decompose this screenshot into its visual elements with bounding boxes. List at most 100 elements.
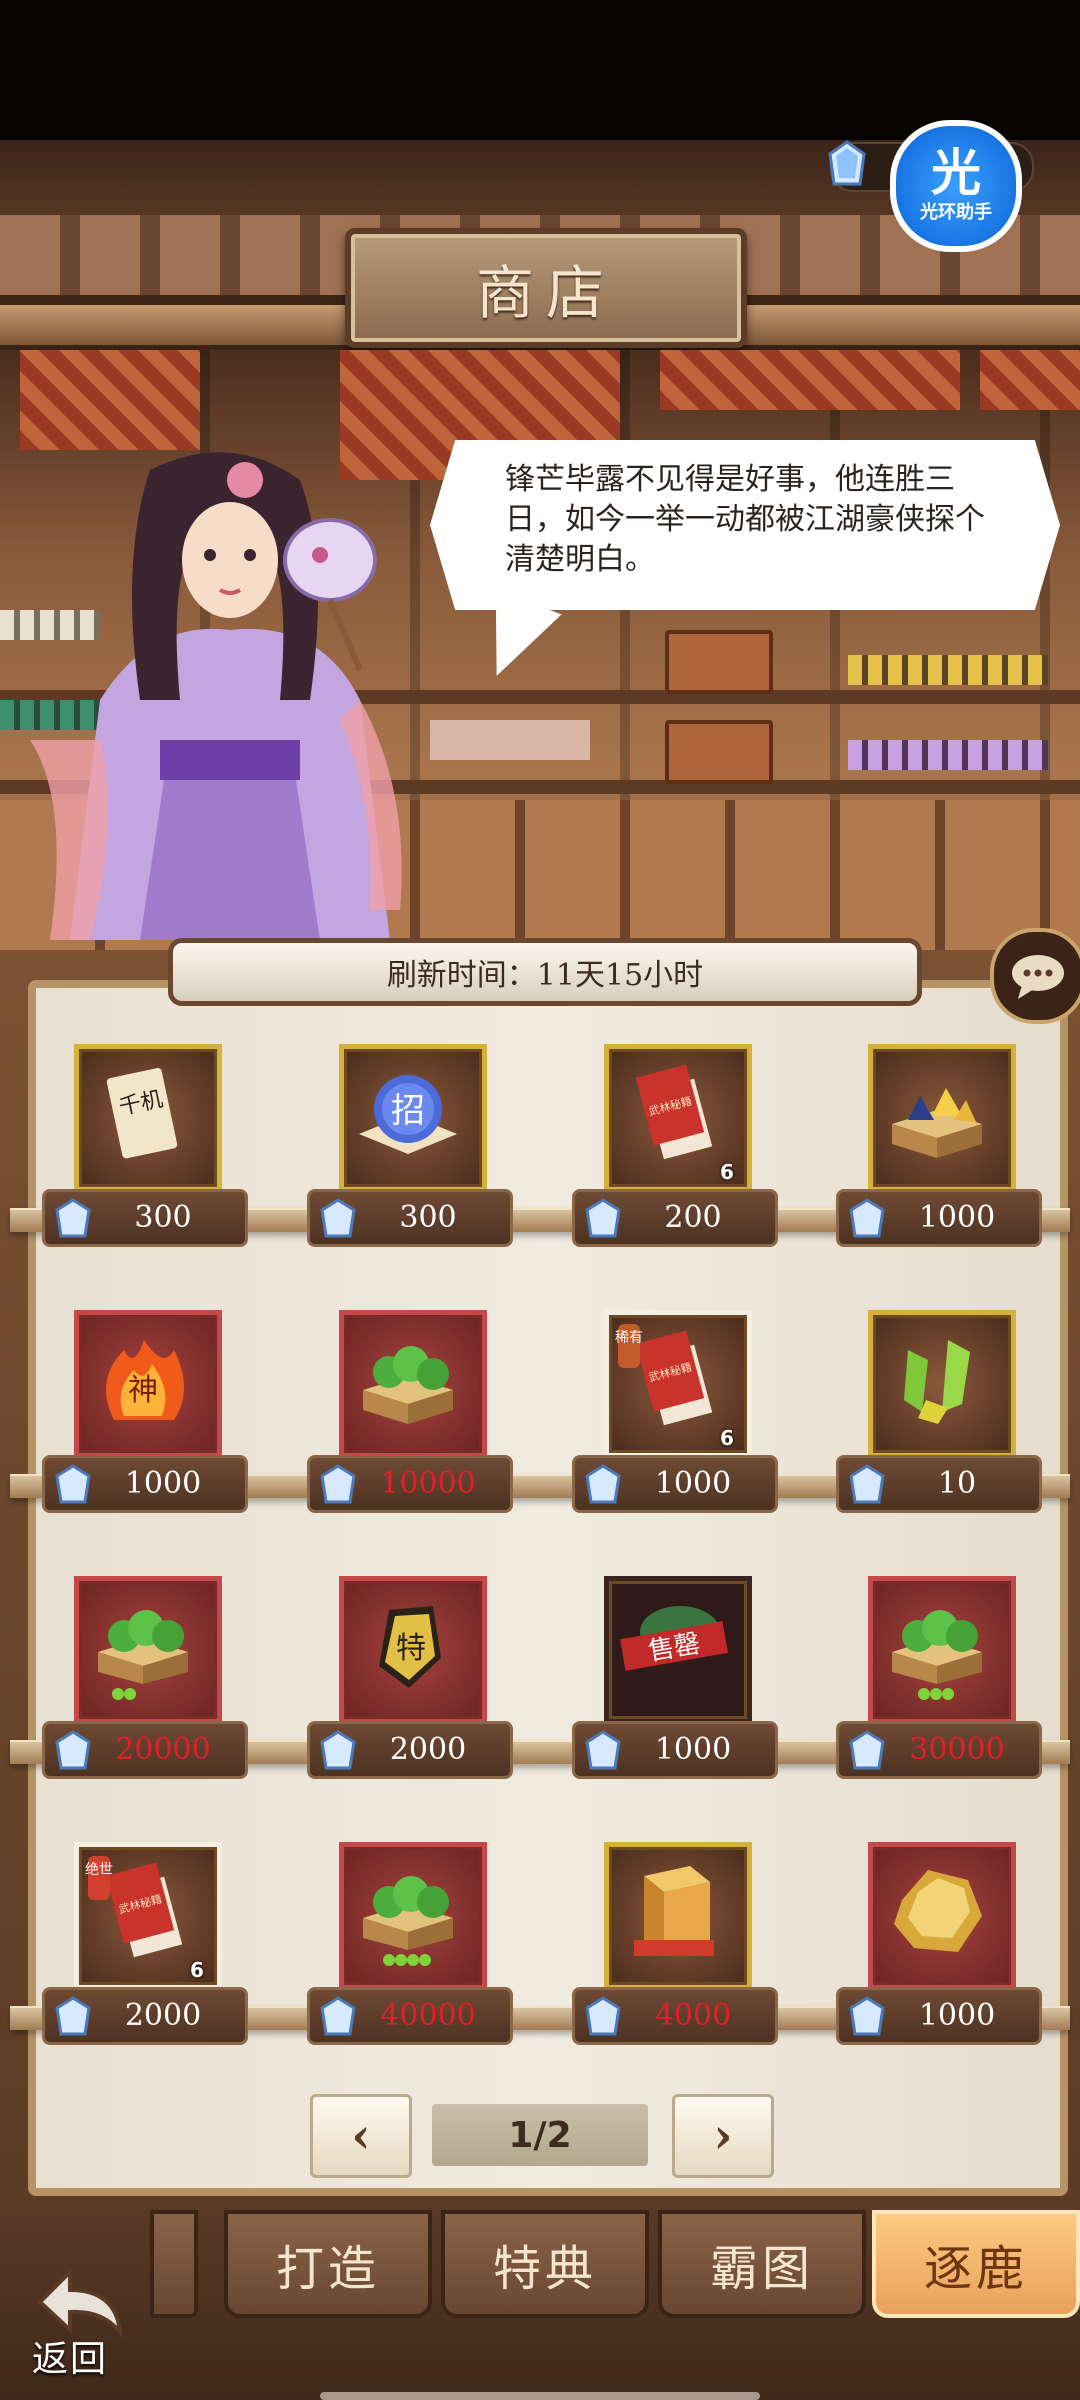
item-price: 300 <box>399 1200 457 1235</box>
price-tag: 1000 <box>572 1721 778 1779</box>
chevron-right-icon: › <box>713 2108 733 2164</box>
shop-item[interactable]: 20000 <box>42 1576 248 1796</box>
title-plaque: 商店 <box>345 228 747 348</box>
currency-gem-icon <box>55 1464 91 1504</box>
price-tag: 1000 <box>836 1189 1042 1247</box>
helper-label: 光环助手 <box>920 202 992 223</box>
refresh-timer: 刷新时间：11天15小时 <box>168 938 922 1006</box>
recruit-orb-icon: 招 <box>359 1075 457 1154</box>
currency-gem-icon <box>55 1730 91 1770</box>
shop-item[interactable]: 千机 300 <box>42 1044 248 1264</box>
item-price: 10000 <box>380 1466 476 1501</box>
item-count: 6 <box>190 1958 204 1982</box>
shop-item[interactable]: 30000 <box>836 1576 1042 1796</box>
shop-item[interactable]: 4000 <box>572 1842 778 2062</box>
dialogue-text: 锋芒毕露不见得是好事，他连胜三日，如今一举一动都被江湖豪侠探个清楚明白。 <box>505 462 985 577</box>
currency-gem-icon <box>849 1730 885 1770</box>
item-price: 4000 <box>654 1998 732 2033</box>
currency-gem-icon <box>320 1198 356 1238</box>
tab-special[interactable]: 特典 <box>441 2210 649 2318</box>
svg-text:招: 招 <box>391 1092 425 1130</box>
currency-gem-icon <box>849 1198 885 1238</box>
helper-logo-icon: 光 <box>931 144 981 202</box>
red-book-icon: 武林秘籍 <box>635 1064 713 1160</box>
back-button[interactable]: 返回 <box>20 2262 140 2382</box>
chat-button[interactable] <box>990 928 1080 1024</box>
rare-book-icon: 稀有 武林秘籍 <box>615 1324 713 1426</box>
price-tag: 4000 <box>572 1987 778 2045</box>
wooden-box <box>665 720 773 784</box>
price-tag: 1000 <box>42 1455 248 1513</box>
next-page-button[interactable]: › <box>672 2094 774 2178</box>
item-price: 200 <box>664 1200 722 1235</box>
home-indicator[interactable] <box>320 2392 760 2400</box>
currency-gem-icon <box>55 1198 91 1238</box>
shop-item-sold-out[interactable]: 售罄 1000 <box>572 1576 778 1796</box>
currency-gem-icon <box>585 1464 621 1504</box>
price-tag: 1000 <box>836 1987 1042 2045</box>
shop-item[interactable]: 特 2000 <box>307 1576 513 1796</box>
gold-nugget-icon <box>894 1870 982 1952</box>
divine-fire-icon: 神 <box>106 1340 184 1420</box>
tab-hegemony[interactable]: 霸图 <box>658 2210 866 2318</box>
jade-shards-icon <box>904 1340 970 1424</box>
svg-text:绝世: 绝世 <box>85 1862 113 1878</box>
price-tag: 300 <box>42 1189 248 1247</box>
item-price: 1000 <box>124 1466 202 1501</box>
shop-item[interactable]: 绝世 武林秘籍 6 2000 <box>42 1842 248 2062</box>
cloth-rolls <box>848 655 1048 685</box>
svg-text:神: 神 <box>128 1374 158 1407</box>
currency-gem-icon <box>828 140 866 186</box>
cloth-stack <box>430 720 590 760</box>
page-indicator: 1/2 <box>432 2104 648 2166</box>
shop-item[interactable]: 10 <box>836 1310 1042 1530</box>
shop-item[interactable]: 武林秘籍 6 200 <box>572 1044 778 1264</box>
shop-screen: 商店 光 光环助手 锋芒毕露不见得是好事，他连胜三日，如今一举一动都被江湖豪侠探… <box>0 0 1080 2400</box>
item-price: 1000 <box>654 1466 732 1501</box>
price-tag: 2000 <box>307 1721 513 1779</box>
price-tag: 1000 <box>572 1455 778 1513</box>
shop-item[interactable]: 稀有 武林秘籍 6 1000 <box>572 1310 778 1530</box>
helper-assistant-button[interactable]: 光 光环助手 <box>890 120 1022 252</box>
price-tag: 10000 <box>307 1455 513 1513</box>
item-count: 6 <box>720 1426 734 1450</box>
currency-gem-icon <box>320 1464 356 1504</box>
cloth-rolls <box>848 740 1048 770</box>
unique-book-icon: 绝世 武林秘籍 <box>85 1856 183 1958</box>
svg-text:稀有: 稀有 <box>615 1330 643 1346</box>
item-price: 30000 <box>909 1732 1005 1767</box>
item-price: 300 <box>134 1200 192 1235</box>
shop-item[interactable]: 40000 <box>307 1842 513 2062</box>
currency-gem-icon <box>849 1464 885 1504</box>
item-price: 2000 <box>124 1998 202 2033</box>
tab-zhulu[interactable]: 逐鹿 <box>872 2210 1080 2318</box>
price-tag: 2000 <box>42 1987 248 2045</box>
special-gold-token-icon: 特 <box>379 1606 441 1688</box>
shop-item[interactable]: 招 300 <box>307 1044 513 1264</box>
chat-bubble-icon <box>1012 955 1064 999</box>
item-count: 6 <box>720 1160 734 1184</box>
jade-chest-99-icon <box>98 1610 188 1700</box>
item-price: 40000 <box>380 1998 476 2033</box>
price-tag: 300 <box>307 1189 513 1247</box>
shop-item[interactable]: 10000 <box>307 1310 513 1530</box>
wooden-box <box>665 630 773 694</box>
price-tag: 30000 <box>836 1721 1042 1779</box>
currency-gem-icon <box>585 1996 621 2036</box>
shopkeeper-character <box>30 452 402 940</box>
item-price: 20000 <box>115 1732 211 1767</box>
item-price: 1000 <box>918 1200 996 1235</box>
sold-out-icon: 售罄 <box>620 1606 728 1671</box>
prev-page-button[interactable]: ‹ <box>310 2094 412 2178</box>
curtain <box>660 350 960 410</box>
shop-item[interactable]: 1000 <box>836 1044 1042 1264</box>
gem-chest-icon <box>892 1088 982 1158</box>
shop-item[interactable]: 神 1000 <box>42 1310 248 1530</box>
item-price: 1000 <box>918 1998 996 2033</box>
currency-gem-icon <box>320 1730 356 1770</box>
currency-gem-icon <box>849 1996 885 2036</box>
tab-forge[interactable]: 打造 <box>224 2210 432 2318</box>
qianji-scroll-icon: 千机 <box>106 1068 178 1159</box>
tab-partial <box>150 2210 198 2318</box>
shop-item[interactable]: 1000 <box>836 1842 1042 2062</box>
